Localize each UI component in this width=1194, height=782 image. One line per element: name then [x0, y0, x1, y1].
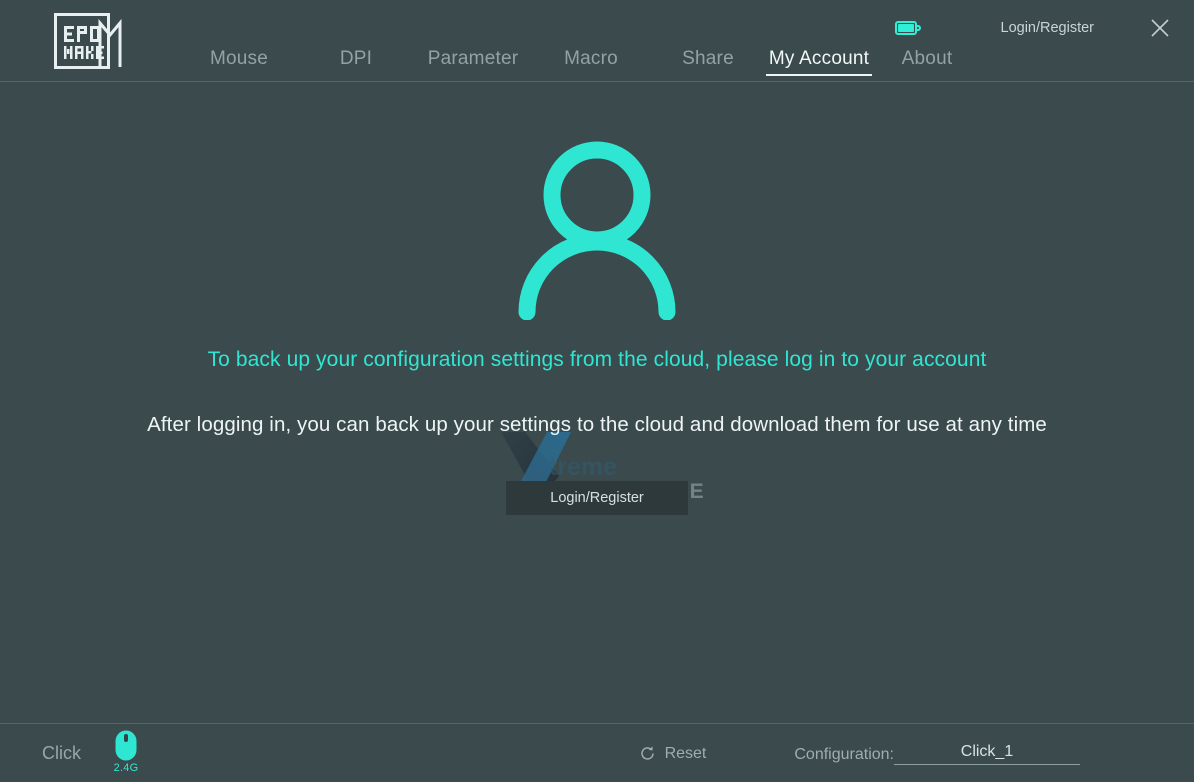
- avatar: [497, 140, 697, 320]
- main-navigation: Mouse DPI Parameter Macro Share My Accou…: [180, 0, 982, 82]
- configuration-input[interactable]: [894, 743, 1080, 765]
- tab-parameter[interactable]: Parameter: [414, 48, 532, 82]
- reset-button[interactable]: Reset: [639, 745, 707, 763]
- close-icon: [1149, 17, 1171, 39]
- status-bar: Click 2.4G Reset Configuration:: [0, 723, 1194, 782]
- battery-nub: [917, 25, 921, 31]
- tab-macro-label: Macro: [564, 48, 618, 69]
- title-bar: Mouse DPI Parameter Macro Share My Accou…: [0, 0, 1194, 82]
- tab-my-account-label: My Account: [769, 48, 869, 69]
- login-register-button[interactable]: Login/Register: [506, 481, 688, 515]
- reset-label: Reset: [665, 745, 707, 763]
- tab-parameter-label: Parameter: [428, 48, 519, 69]
- tab-my-account[interactable]: My Account: [766, 48, 872, 82]
- tab-dpi[interactable]: DPI: [298, 48, 414, 82]
- battery-icon: [895, 21, 921, 35]
- tab-macro[interactable]: Macro: [532, 48, 650, 82]
- tab-mouse[interactable]: Mouse: [180, 48, 298, 82]
- epomaker-logo: [54, 13, 128, 69]
- refresh-icon: [639, 745, 656, 762]
- header-login-register-link[interactable]: Login/Register: [1001, 20, 1095, 36]
- configuration-label: Configuration:: [794, 746, 894, 765]
- tab-share-label: Share: [682, 48, 734, 69]
- mouse-icon: [115, 730, 137, 761]
- tab-share[interactable]: Share: [650, 48, 766, 82]
- battery-fill: [898, 24, 914, 32]
- tab-dpi-label: DPI: [340, 48, 372, 69]
- tab-mouse-label: Mouse: [210, 48, 268, 69]
- svg-text:treme: treme: [549, 453, 617, 481]
- subline-text: After logging in, you can back up your s…: [147, 413, 1047, 437]
- close-button[interactable]: [1140, 8, 1180, 48]
- configuration-selector: Configuration:: [794, 743, 1080, 765]
- title-bar-right: Login/Register: [895, 0, 1194, 56]
- device-connection-tag: 2.4G: [114, 762, 139, 774]
- epomaker-logo-icon: [54, 13, 128, 69]
- app-window: Mouse DPI Parameter Macro Share My Accou…: [0, 0, 1194, 782]
- account-panel: treme HARDWARE To back up your configura…: [0, 82, 1194, 723]
- connected-device[interactable]: 2.4G: [109, 730, 143, 776]
- click-label: Click: [42, 743, 81, 764]
- user-avatar-icon: [497, 140, 697, 320]
- headline-text: To back up your configuration settings f…: [208, 348, 987, 372]
- status-bar-right: Reset Configuration:: [639, 724, 1194, 782]
